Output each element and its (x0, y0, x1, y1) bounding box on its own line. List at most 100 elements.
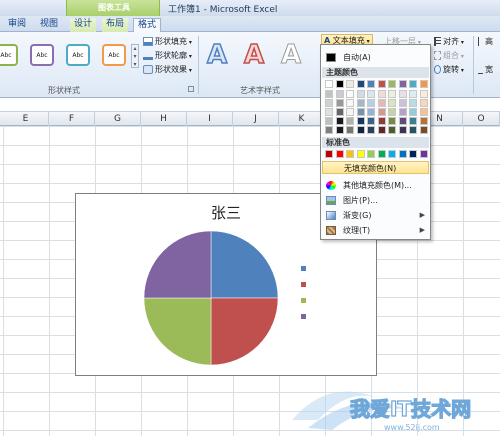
theme-color-swatch[interactable] (388, 99, 396, 107)
standard-color-swatch[interactable] (409, 150, 417, 158)
gradient-item[interactable]: 渐变(G) ▶ (322, 209, 429, 222)
tab-review[interactable]: 审阅 (4, 18, 30, 32)
shape-outline-button[interactable]: 形状轮廓 ▾ (143, 50, 192, 62)
theme-color-swatch[interactable] (346, 108, 354, 116)
texture-item[interactable]: 纹理(T) ▶ (322, 224, 429, 237)
theme-color-swatch[interactable] (377, 126, 386, 134)
theme-color-swatch[interactable] (398, 108, 407, 116)
theme-color-swatch[interactable] (346, 90, 354, 98)
theme-color-swatch[interactable] (388, 126, 396, 134)
shape-style-purple[interactable]: Abc (30, 44, 54, 66)
theme-color-swatch[interactable] (377, 117, 386, 125)
theme-color-swatch[interactable] (419, 117, 428, 125)
column-header[interactable]: H (141, 112, 187, 126)
pie-slice[interactable] (210, 297, 279, 366)
theme-color-swatch[interactable] (409, 80, 417, 88)
theme-color-swatch[interactable] (388, 90, 396, 98)
theme-color-swatch[interactable] (335, 80, 344, 88)
standard-color-swatch[interactable] (377, 150, 386, 158)
theme-color-swatch[interactable] (419, 108, 428, 116)
standard-color-swatch[interactable] (419, 150, 428, 158)
theme-color-swatch[interactable] (356, 99, 365, 107)
theme-color-swatch[interactable] (346, 80, 354, 88)
theme-color-swatch[interactable] (409, 108, 417, 116)
theme-color-swatch[interactable] (409, 126, 417, 134)
tab-design[interactable]: 设计 (70, 18, 97, 32)
theme-color-swatch[interactable] (388, 108, 396, 116)
auto-color-item[interactable]: 自动(A) (322, 51, 429, 64)
theme-color-swatch[interactable] (356, 126, 365, 134)
pie-slice[interactable] (143, 230, 212, 299)
tab-format[interactable]: 格式 (133, 18, 162, 33)
theme-color-swatch[interactable] (356, 80, 365, 88)
column-header[interactable]: I (187, 112, 233, 126)
theme-color-swatch[interactable] (346, 126, 354, 134)
standard-color-swatch[interactable] (388, 150, 396, 158)
shape-effect-button[interactable]: 形状效果 ▾ (143, 64, 192, 76)
theme-color-swatch[interactable] (346, 99, 354, 107)
theme-color-swatch[interactable] (398, 117, 407, 125)
theme-color-swatch[interactable] (325, 108, 333, 116)
picture-item[interactable]: 图片(P)... (322, 194, 429, 207)
theme-color-swatch[interactable] (409, 99, 417, 107)
wordart-style-outline[interactable]: A (280, 40, 301, 71)
theme-color-swatch[interactable] (367, 108, 375, 116)
theme-color-swatch[interactable] (367, 90, 375, 98)
standard-color-swatch[interactable] (398, 150, 407, 158)
column-header[interactable]: K (279, 112, 325, 126)
wordart-style-blue[interactable]: A (206, 39, 228, 71)
shape-fill-button[interactable]: 形状填充 ▾ (143, 36, 192, 48)
theme-color-swatch[interactable] (377, 108, 386, 116)
theme-color-swatch[interactable] (398, 90, 407, 98)
shape-styles-launcher-icon[interactable] (188, 86, 194, 92)
align-button[interactable]: 对齐 ▾ (434, 36, 464, 48)
theme-color-swatch[interactable] (335, 126, 344, 134)
theme-color-swatch[interactable] (325, 90, 333, 98)
theme-color-swatch[interactable] (346, 117, 354, 125)
theme-color-swatch[interactable] (335, 90, 344, 98)
theme-color-swatch[interactable] (409, 90, 417, 98)
theme-color-swatch[interactable] (419, 126, 428, 134)
theme-color-swatch[interactable] (325, 80, 333, 88)
theme-color-swatch[interactable] (335, 117, 344, 125)
no-fill-item[interactable]: 无填充颜色(N) (322, 161, 429, 174)
standard-color-swatch[interactable] (367, 150, 375, 158)
more-colors-item[interactable]: 其他填充颜色(M)... (322, 179, 429, 192)
theme-color-swatch[interactable] (419, 90, 428, 98)
theme-color-swatch[interactable] (356, 117, 365, 125)
theme-color-swatch[interactable] (419, 80, 428, 88)
theme-color-swatch[interactable] (367, 80, 375, 88)
tab-layout[interactable]: 布局 (102, 18, 129, 32)
rotate-button[interactable]: 旋转 ▾ (434, 64, 464, 76)
shape-style-orange[interactable]: Abc (102, 44, 126, 66)
theme-color-swatch[interactable] (335, 99, 344, 107)
column-header[interactable]: G (95, 112, 141, 126)
tab-view[interactable]: 视图 (36, 18, 62, 32)
theme-color-swatch[interactable] (398, 80, 407, 88)
shape-style-scroll[interactable]: ▴ ▾ ▾ (131, 44, 139, 68)
theme-color-swatch[interactable] (367, 126, 375, 134)
group-button[interactable]: 组合 ▾ (434, 50, 464, 62)
theme-color-swatch[interactable] (388, 117, 396, 125)
theme-color-swatch[interactable] (398, 99, 407, 107)
column-header[interactable]: O (463, 112, 500, 126)
theme-color-swatch[interactable] (325, 126, 333, 134)
theme-color-swatch[interactable] (388, 80, 396, 88)
theme-color-swatch[interactable] (419, 99, 428, 107)
pie-slice[interactable] (143, 297, 212, 366)
theme-color-swatch[interactable] (377, 80, 386, 88)
shape-style-aqua[interactable]: Abc (66, 44, 90, 66)
theme-color-swatch[interactable] (367, 99, 375, 107)
theme-color-swatch[interactable] (398, 126, 407, 134)
shape-width-field[interactable]: 宽 (478, 64, 493, 76)
pie-slice[interactable] (210, 230, 279, 299)
theme-color-swatch[interactable] (356, 90, 365, 98)
column-header[interactable]: J (233, 112, 279, 126)
theme-color-swatch[interactable] (409, 117, 417, 125)
standard-color-swatch[interactable] (346, 150, 354, 158)
standard-color-swatch[interactable] (325, 150, 333, 158)
shape-style-green[interactable]: Abc (0, 44, 18, 66)
standard-color-swatch[interactable] (335, 150, 344, 158)
theme-color-swatch[interactable] (325, 117, 333, 125)
wordart-style-red[interactable]: A (243, 39, 265, 71)
